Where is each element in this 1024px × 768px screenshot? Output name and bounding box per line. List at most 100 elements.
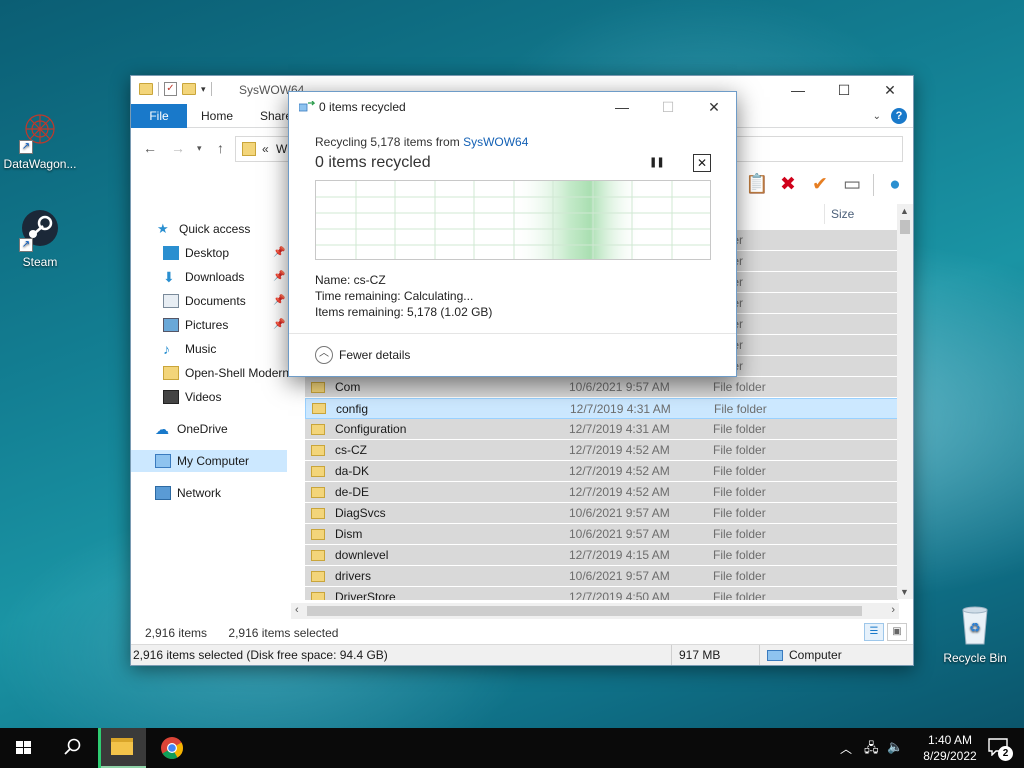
horizontal-scrollbar[interactable]: ‹ › bbox=[291, 603, 899, 619]
scroll-left-icon[interactable]: ‹ bbox=[295, 604, 299, 616]
file-row[interactable]: cs-CZ 12/7/2019 4:52 AM File folder bbox=[305, 440, 898, 461]
new-folder-icon[interactable] bbox=[182, 83, 196, 95]
nav-item-pictures[interactable]: Pictures bbox=[163, 314, 228, 336]
minimize-button[interactable]: — bbox=[599, 92, 645, 122]
scroll-right-icon[interactable]: › bbox=[891, 604, 895, 616]
item-status: 2,916 items 2,916 items selected bbox=[145, 626, 356, 640]
scroll-thumb[interactable] bbox=[900, 220, 910, 234]
vertical-scrollbar[interactable]: ▲ ▼ bbox=[897, 204, 913, 599]
up-arrow-icon[interactable]: ↑ bbox=[217, 140, 224, 156]
file-row[interactable]: Com 10/6/2021 9:57 AM File folder bbox=[305, 377, 898, 398]
nav-item-documents[interactable]: Documents bbox=[163, 290, 246, 312]
clock[interactable]: 1:40 AM 8/29/2022 bbox=[910, 732, 990, 764]
folder-icon bbox=[242, 142, 256, 156]
nav-item-music[interactable]: ♪ Music bbox=[163, 338, 216, 360]
dialog-titlebar[interactable]: 0 items recycled — ☐ ✕ bbox=[289, 92, 736, 122]
start-button[interactable] bbox=[0, 728, 48, 768]
checkmark-icon[interactable]: ✔ bbox=[809, 174, 831, 196]
source-folder-link[interactable]: SysWOW64 bbox=[463, 135, 528, 149]
globe-icon[interactable]: ● bbox=[884, 174, 906, 196]
selection-size: 917 MB bbox=[679, 648, 721, 662]
items-remaining: Items remaining: 5,178 (1.02 GB) bbox=[315, 305, 493, 319]
file-row[interactable]: Configuration 12/7/2019 4:31 AM File folde… bbox=[305, 419, 898, 440]
file-row[interactable]: DriverStore 12/7/2019 4:50 AM File folder bbox=[305, 587, 898, 600]
file-name: downlevel bbox=[335, 548, 389, 562]
action-center-button[interactable]: 2 bbox=[988, 738, 1013, 761]
desktop-icon-datawagon[interactable]: ↗ DataWagon... bbox=[0, 108, 80, 171]
scroll-up-icon[interactable]: ▲ bbox=[900, 206, 909, 216]
back-arrow-icon[interactable]: ← bbox=[143, 140, 157, 156]
nav-item-my-computer[interactable]: My Computer bbox=[131, 450, 287, 472]
clock-date: 8/29/2022 bbox=[923, 749, 977, 763]
maximize-button[interactable]: ☐ bbox=[821, 76, 867, 104]
rename-icon[interactable]: ▭ bbox=[841, 174, 863, 196]
file-row[interactable]: de-DE 12/7/2019 4:52 AM File folder bbox=[305, 482, 898, 503]
file-row[interactable]: DiagSvcs 10/6/2021 9:57 AM File folder bbox=[305, 503, 898, 524]
location-zone: Computer bbox=[767, 648, 842, 662]
chevron-up-icon: ︿ bbox=[315, 346, 333, 364]
help-icon[interactable]: ? bbox=[891, 108, 907, 124]
clipboard-icon[interactable]: 📋 bbox=[745, 174, 769, 196]
tab-home[interactable]: Home bbox=[201, 104, 233, 128]
cancel-icon[interactable]: ✕ bbox=[693, 154, 711, 172]
nav-item-open-shell[interactable]: Open-Shell Modern bbox=[163, 362, 289, 384]
column-divider[interactable] bbox=[824, 204, 825, 224]
quick-access-toolbar: ✓ ▾ bbox=[139, 82, 212, 96]
file-name: drivers bbox=[335, 569, 372, 583]
chevron-up-icon[interactable]: ︿ bbox=[840, 740, 852, 757]
close-button[interactable]: ✕ bbox=[691, 92, 737, 122]
maximize-button[interactable]: ☐ bbox=[645, 92, 691, 122]
nav-item-downloads[interactable]: ⬇ Downloads bbox=[163, 266, 244, 288]
file-row[interactable]: Dism 10/6/2021 9:57 AM File folder bbox=[305, 524, 898, 545]
taskbar-chrome[interactable] bbox=[148, 728, 196, 768]
details-view-icon[interactable]: ☰ bbox=[864, 623, 884, 641]
scroll-thumb[interactable] bbox=[307, 606, 862, 616]
steam-icon: ↗ bbox=[17, 206, 63, 252]
nav-item-desktop[interactable]: Desktop bbox=[163, 242, 229, 264]
forward-arrow-icon[interactable]: → bbox=[171, 140, 185, 156]
delete-icon[interactable]: ✖ bbox=[777, 174, 799, 196]
network-icon[interactable]: 🖧 bbox=[864, 739, 879, 761]
separator bbox=[671, 645, 672, 665]
search-button[interactable] bbox=[48, 728, 96, 768]
file-row[interactable]: drivers 10/6/2021 9:57 AM File folder bbox=[305, 566, 898, 587]
active-indicator bbox=[98, 728, 101, 768]
minimize-button[interactable]: — bbox=[775, 76, 821, 104]
chevron-down-icon[interactable]: ⌄ bbox=[873, 111, 881, 122]
tab-file[interactable]: File bbox=[131, 104, 187, 128]
breadcrumb[interactable]: W bbox=[276, 142, 287, 156]
recent-locations-icon[interactable]: ▾ bbox=[197, 143, 202, 154]
fewer-details-button[interactable]: ︿ Fewer details bbox=[315, 346, 410, 364]
file-row[interactable]: config 12/7/2019 4:31 AM File folder bbox=[305, 398, 898, 419]
file-row[interactable]: downlevel 12/7/2019 4:15 AM File folder bbox=[305, 545, 898, 566]
breadcrumb-overflow[interactable]: « bbox=[262, 142, 269, 156]
windows-logo-icon bbox=[16, 741, 32, 755]
nav-item-videos[interactable]: Videos bbox=[163, 386, 221, 408]
properties-icon[interactable]: ✓ bbox=[164, 82, 177, 96]
pause-icon[interactable]: ❚❚ bbox=[649, 157, 665, 168]
nav-item-quick-access[interactable]: ★ Quick access bbox=[157, 218, 250, 240]
nav-label: Documents bbox=[185, 294, 246, 308]
large-icons-view-icon[interactable]: ▣ bbox=[887, 623, 907, 641]
nav-item-network[interactable]: Network bbox=[155, 482, 221, 504]
progress-details: Name: cs-CZ Time remaining: Calculating.… bbox=[315, 272, 492, 320]
file-date: 12/7/2019 4:52 AM bbox=[569, 485, 670, 499]
nav-label: Network bbox=[177, 486, 222, 500]
details-status-bar: 2,916 items selected (Disk free space: 9… bbox=[131, 644, 913, 665]
column-header-size[interactable]: Size bbox=[831, 207, 854, 221]
desktop-icon-recycle-bin[interactable]: ♻ Recycle Bin bbox=[935, 602, 1015, 665]
taskbar-file-explorer[interactable] bbox=[98, 728, 146, 768]
desktop-icon-steam[interactable]: ↗ Steam bbox=[0, 206, 80, 269]
folder-icon bbox=[311, 444, 325, 456]
speed-graph bbox=[315, 180, 711, 260]
nav-label: Music bbox=[185, 342, 217, 356]
scroll-down-icon[interactable]: ▼ bbox=[900, 587, 909, 597]
chevron-down-icon[interactable]: ▾ bbox=[201, 84, 206, 95]
close-button[interactable]: ✕ bbox=[867, 76, 913, 104]
nav-item-onedrive[interactable]: ☁ OneDrive bbox=[155, 418, 228, 440]
computer-icon bbox=[767, 649, 783, 661]
file-name: DriverStore bbox=[335, 590, 396, 600]
file-row[interactable]: da-DK 12/7/2019 4:52 AM File folder bbox=[305, 461, 898, 482]
svg-text:♻: ♻ bbox=[969, 621, 981, 636]
volume-icon[interactable]: 🔈 bbox=[887, 739, 903, 755]
